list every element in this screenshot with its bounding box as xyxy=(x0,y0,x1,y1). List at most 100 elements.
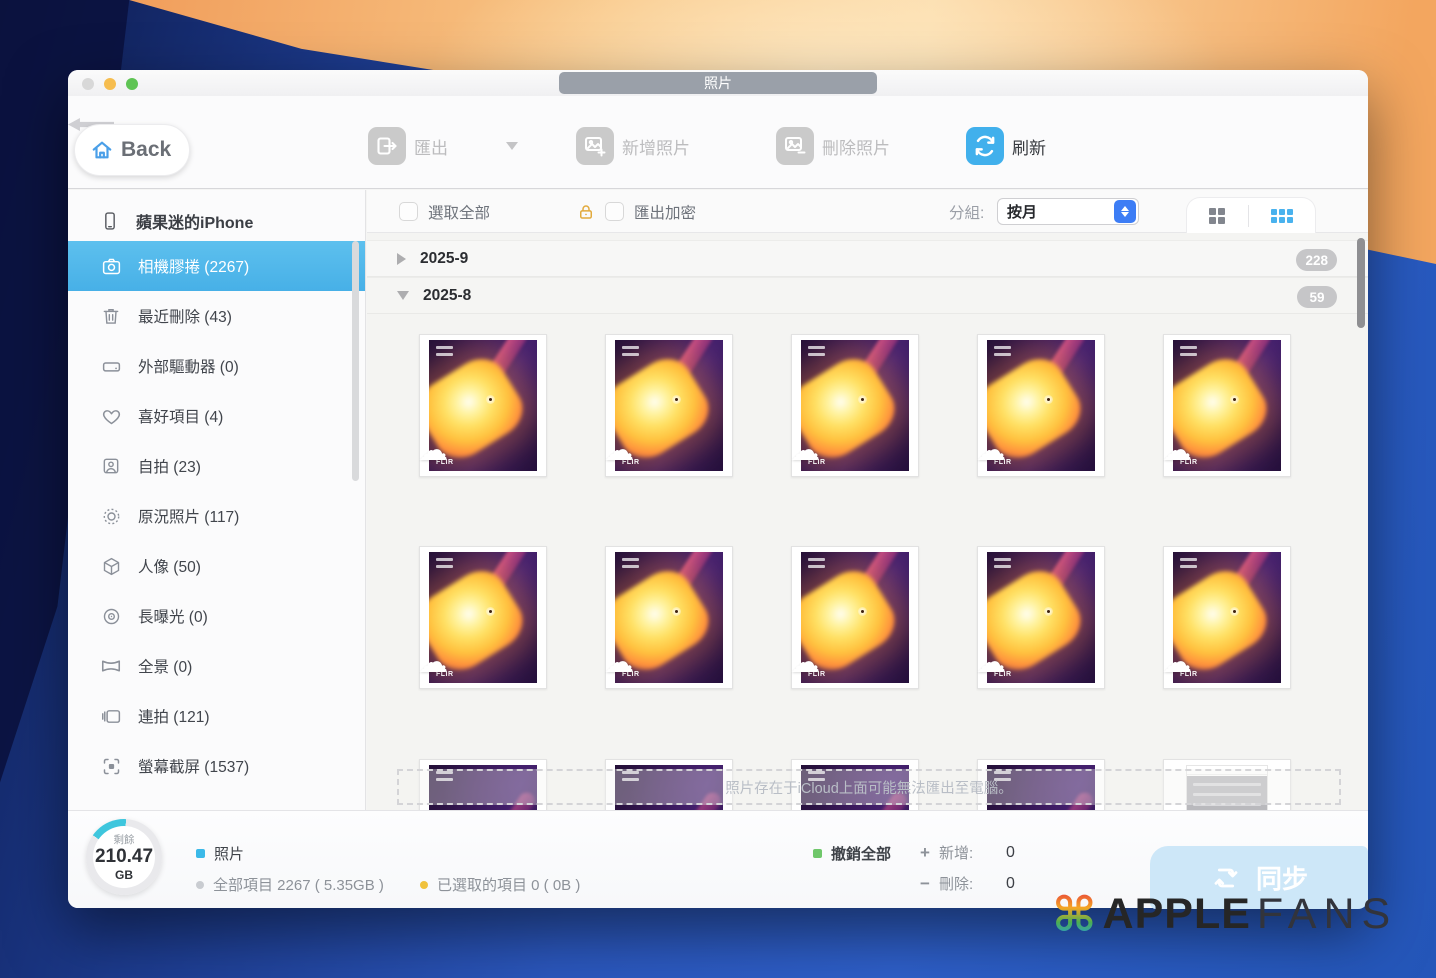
sidebar-item-favorites[interactable]: 喜好項目 (4) xyxy=(68,391,365,441)
watermark-bold-text: APPLE xyxy=(1103,890,1251,939)
icloud-cloud-icon: ☁ xyxy=(1162,648,1192,678)
sidebar-item-external-drive[interactable]: 外部驅動器 (0) xyxy=(68,341,365,391)
sidebar-item-label: 喜好項目 (4) xyxy=(138,405,223,427)
sidebar-item-label: 自拍 (23) xyxy=(138,455,201,477)
trash-icon xyxy=(100,305,122,327)
sidebar-item-label: 長曝光 (0) xyxy=(138,605,208,627)
group-by-label: 分組: xyxy=(949,190,984,233)
group-by-select[interactable]: 按月 xyxy=(997,190,1139,233)
undo-all-button[interactable]: 撤銷全部 xyxy=(813,843,891,864)
sidebar-item-bursts[interactable]: 連拍 (121) xyxy=(68,691,365,741)
sidebar-item-label: 最近刪除 (43) xyxy=(138,305,232,327)
sidebar-item-portraits[interactable]: 人像 (50) xyxy=(68,541,365,591)
app-window: 照片 Back 匯出 xyxy=(68,70,1368,908)
content-scrollbar[interactable] xyxy=(1357,238,1365,328)
window-title-tab: 照片 xyxy=(559,72,877,94)
sidebar-item-recently-deleted[interactable]: 最近刪除 (43) xyxy=(68,291,365,341)
delete-photos-label: 刪除照片 xyxy=(822,134,890,159)
sidebar-list: 相機膠捲 (2267) 最近刪除 (43) 外部驅動器 (0) xyxy=(68,241,365,791)
burst-icon xyxy=(100,705,122,727)
export-dropdown-caret-icon[interactable] xyxy=(506,142,518,150)
select-all-checkbox[interactable] xyxy=(399,202,418,221)
chevron-right-icon[interactable] xyxy=(397,253,406,265)
sidebar-item-long-exposure[interactable]: 長曝光 (0) xyxy=(68,591,365,641)
refresh-label: 刷新 xyxy=(1012,134,1046,159)
photo-grid-area: 2025-9 228 2025-8 59 FLIR ☁ FLIR ☁ xyxy=(367,233,1368,810)
view-toggle-divider xyxy=(1248,205,1249,227)
view-toggle-group xyxy=(1186,197,1316,234)
photo-thumbnail[interactable]: FLIR ☁ xyxy=(419,546,547,689)
sidebar: 蘋果迷的iPhone 相機膠捲 (2267) 最近刪除 (43) xyxy=(68,190,366,810)
export-label: 匯出 xyxy=(414,134,448,159)
sidebar-scrollbar[interactable] xyxy=(352,241,359,481)
lock-icon xyxy=(577,203,595,221)
icloud-cloud-icon: ☁ xyxy=(418,436,448,466)
icloud-cloud-icon: ☁ xyxy=(976,436,1006,466)
sidebar-item-live-photos[interactable]: 原況照片 (117) xyxy=(68,491,365,541)
group-count-badge: 228 xyxy=(1296,249,1337,271)
photo-thumbnail[interactable]: FLIR ☁ xyxy=(1163,334,1291,477)
deleted-value: 0 xyxy=(1006,875,1015,893)
zoom-button[interactable] xyxy=(126,78,138,90)
group-row-2025-9[interactable]: 2025-9 228 xyxy=(367,240,1368,277)
deleted-stat: − 刪除: xyxy=(920,873,973,894)
icloud-cloud-icon: ☁ xyxy=(1162,436,1192,466)
selected-items-stat: 已選取的項目 0 ( 0B ) xyxy=(420,874,580,895)
photo-thumbnail[interactable]: FLIR ☁ xyxy=(419,334,547,477)
minimize-button[interactable] xyxy=(104,78,116,90)
minus-icon: − xyxy=(920,874,930,894)
sidebar-item-camera-roll[interactable]: 相機膠捲 (2267) xyxy=(68,241,365,291)
sidebar-item-selfies[interactable]: 自拍 (23) xyxy=(68,441,365,491)
iphone-icon xyxy=(100,211,120,231)
sidebar-device-header[interactable]: 蘋果迷的iPhone xyxy=(68,200,365,242)
sidebar-item-label: 連拍 (121) xyxy=(138,705,210,727)
sidebar-item-label: 全景 (0) xyxy=(138,655,192,677)
applefans-watermark: ⌘ APPLE FANS xyxy=(1052,890,1397,939)
close-button[interactable] xyxy=(82,78,94,90)
photo-thumbnail[interactable]: FLIR ☁ xyxy=(1163,546,1291,689)
delete-photos-icon xyxy=(776,127,814,165)
remaining-label: 剩餘 xyxy=(114,832,135,847)
refresh-icon xyxy=(966,127,1004,165)
icloud-cloud-icon: ☁ xyxy=(604,648,634,678)
live-photo-icon xyxy=(100,505,122,527)
export-encrypt-checkbox[interactable] xyxy=(605,202,624,221)
photo-thumbnail[interactable]: FLIR ☁ xyxy=(791,546,919,689)
select-all-control[interactable]: 選取全部 xyxy=(399,190,490,233)
photo-thumbnail[interactable]: FLIR ☁ xyxy=(605,546,733,689)
main-area: 蘋果迷的iPhone 相機膠捲 (2267) 最近刪除 (43) xyxy=(68,190,1368,810)
drive-icon xyxy=(100,355,122,377)
sidebar-item-label: 相機膠捲 (2267) xyxy=(138,255,249,277)
photo-thumbnail[interactable]: FLIR ☁ xyxy=(977,334,1105,477)
sidebar-item-panoramas[interactable]: 全景 (0) xyxy=(68,641,365,691)
delete-photos-button[interactable]: 刪除照片 xyxy=(776,126,890,166)
content-area: 選取全部 匯出加密 分組: 按月 xyxy=(367,190,1368,810)
group-row-2025-8[interactable]: 2025-8 59 xyxy=(367,277,1368,314)
back-label: Back xyxy=(121,138,171,162)
icloud-export-notice: 照片存在于iCloud上面可能無法匯出至電腦。 xyxy=(397,769,1341,805)
add-photos-label: 新增照片 xyxy=(622,134,690,159)
chevron-down-icon[interactable] xyxy=(397,291,409,300)
photo-thumbnail[interactable]: FLIR ☁ xyxy=(977,546,1105,689)
export-button[interactable]: 匯出 xyxy=(368,126,448,166)
icloud-cloud-icon: ☁ xyxy=(418,648,448,678)
long-exposure-icon xyxy=(100,605,122,627)
sidebar-item-label: 人像 (50) xyxy=(138,555,201,577)
grid-small-icon[interactable] xyxy=(1271,209,1293,223)
add-photos-button[interactable]: 新增照片 xyxy=(576,126,690,166)
photo-thumbnail[interactable]: FLIR ☁ xyxy=(605,334,733,477)
grid-large-icon[interactable] xyxy=(1209,208,1225,224)
remaining-value: 210.47 xyxy=(95,847,153,868)
command-logo-icon: ⌘ xyxy=(1052,891,1097,939)
photo-thumbnail[interactable]: FLIR ☁ xyxy=(791,334,919,477)
added-value: 0 xyxy=(1006,844,1015,862)
back-button[interactable]: Back xyxy=(74,124,190,176)
sidebar-item-screenshots[interactable]: 螢幕截屏 (1537) xyxy=(68,741,365,791)
refresh-button[interactable]: 刷新 xyxy=(966,126,1046,166)
total-items-stat: 全部項目 2267 ( 5.35GB ) xyxy=(196,874,384,895)
screenshot-icon xyxy=(100,755,122,777)
selected-items-dot xyxy=(420,881,428,889)
photos-legend-swatch xyxy=(196,849,205,858)
icloud-cloud-icon: ☁ xyxy=(976,648,1006,678)
export-encrypt-control[interactable]: 匯出加密 xyxy=(577,190,696,233)
